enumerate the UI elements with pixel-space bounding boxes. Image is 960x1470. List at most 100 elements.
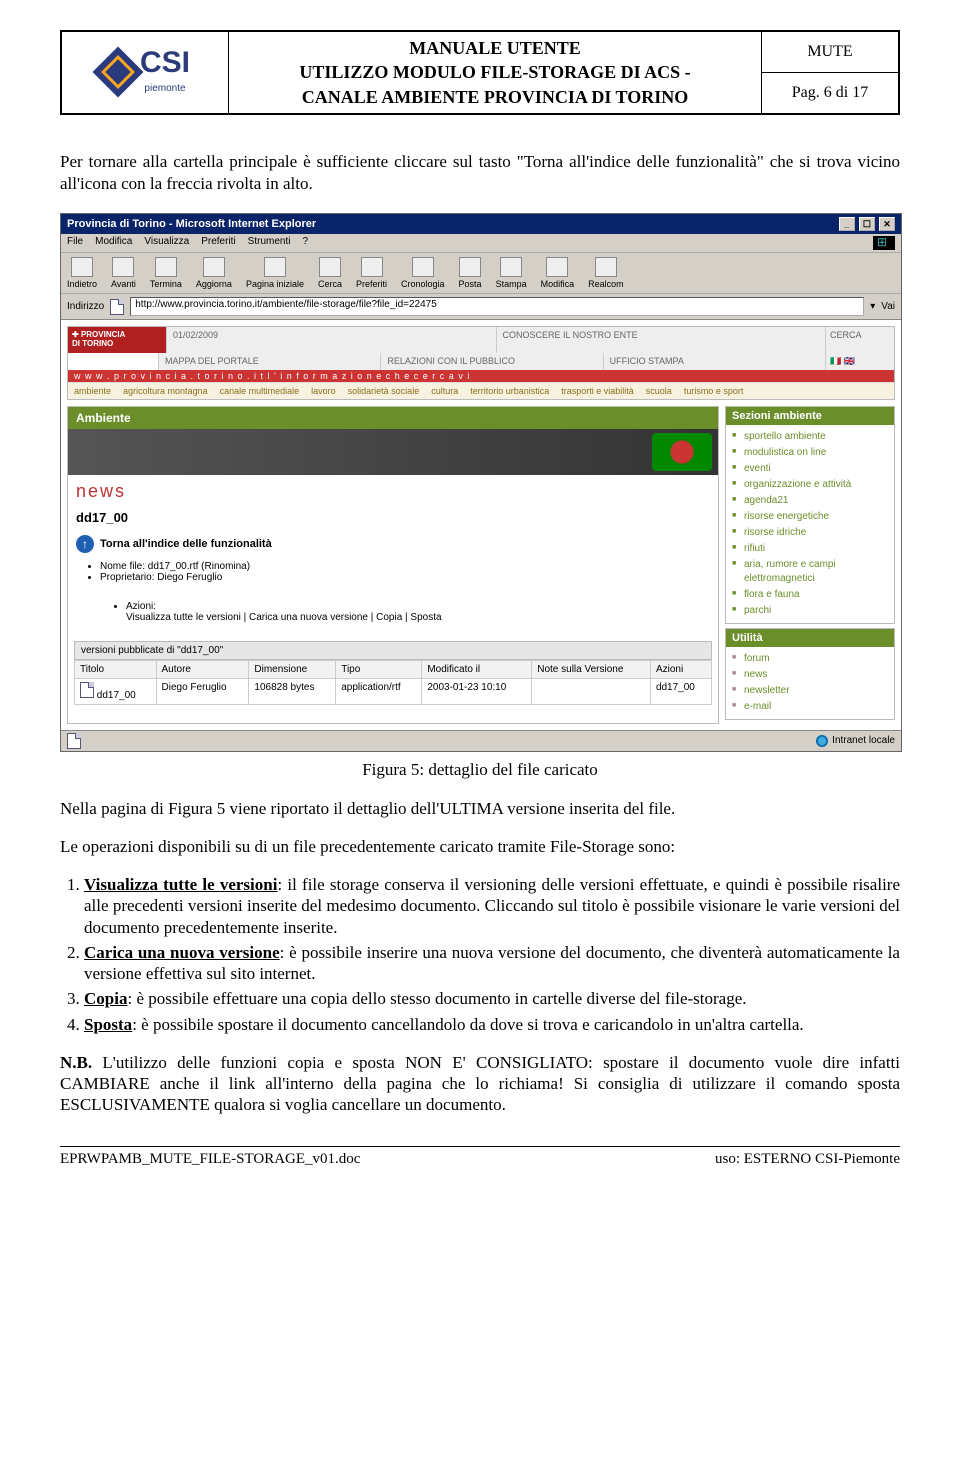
menu-tools[interactable]: Strumenti: [248, 236, 291, 250]
minimize-icon[interactable]: _: [839, 217, 855, 231]
tb-favorites[interactable]: Preferiti: [356, 257, 387, 289]
stop-icon: [155, 257, 177, 277]
print-icon: [500, 257, 522, 277]
side-item[interactable]: aria, rumore e campi elettromagnetici: [732, 557, 888, 587]
toolbar: Indietro Avanti Termina Aggiorna Pagina …: [61, 253, 901, 294]
file-code: dd17_00: [68, 508, 718, 531]
home-icon: [264, 257, 286, 277]
menu-edit[interactable]: Modifica: [95, 236, 132, 250]
status-page-icon: [67, 733, 81, 749]
portal-link-relazioni[interactable]: RELAZIONI CON IL PUBBLICO: [380, 353, 602, 370]
portal-date: 01/02/2009: [166, 327, 496, 353]
side-item[interactable]: parchi: [732, 603, 888, 619]
realcom-icon: [595, 257, 617, 277]
close-icon[interactable]: ✕: [879, 217, 895, 231]
table-row[interactable]: dd17_00 Diego Feruglio 106828 bytes appl…: [75, 678, 712, 704]
menu-help[interactable]: ?: [302, 236, 308, 250]
list-item-2: Carica una nuova versione: è possibile i…: [84, 942, 900, 985]
actions-links[interactable]: Visualizza tutte le versioni | Carica un…: [126, 612, 442, 623]
window-title: Provincia di Torino - Microsoft Internet…: [67, 218, 316, 230]
doc-code: MUTE: [762, 31, 900, 72]
side-item[interactable]: modulistica on line: [732, 445, 888, 461]
tb-back[interactable]: Indietro: [67, 257, 97, 289]
embedded-screenshot: Provincia di Torino - Microsoft Internet…: [60, 213, 902, 752]
portal-main: Ambiente news dd17_00 ↑ Torna all'indice…: [67, 406, 719, 724]
hero-image: [68, 429, 718, 475]
side-item[interactable]: risorse energetiche: [732, 509, 888, 525]
paragraph-1: Nella pagina di Figura 5 viene riportato…: [60, 798, 900, 819]
portal-link-mappa[interactable]: MAPPA DEL PORTALE: [158, 353, 380, 370]
side-item[interactable]: agenda21: [732, 493, 888, 509]
operations-list: Visualizza tutte le versioni: il file st…: [60, 874, 900, 1035]
tb-mail[interactable]: Posta: [459, 257, 482, 289]
paragraph-2: Le operazioni disponibili su di un file …: [60, 836, 900, 857]
side-item[interactable]: rifiuti: [732, 541, 888, 557]
document-header: CSI piemonte MANUALE UTENTE UTILIZZO MOD…: [60, 30, 900, 115]
side-item[interactable]: sportello ambiente: [732, 429, 888, 445]
tb-forward[interactable]: Avanti: [111, 257, 136, 289]
tb-editbtn[interactable]: Modifica: [541, 257, 575, 289]
tb-home[interactable]: Pagina iniziale: [246, 257, 304, 289]
tb-print[interactable]: Stampa: [496, 257, 527, 289]
portal-flags[interactable]: 🇮🇹 🇬🇧: [825, 353, 894, 370]
side-item[interactable]: organizzazione e attività: [732, 477, 888, 493]
window-controls: _ ☐ ✕: [838, 217, 895, 231]
forward-icon: [112, 257, 134, 277]
menu-view[interactable]: Visualizza: [144, 236, 189, 250]
nav-agricoltura[interactable]: agricoltura montagna: [123, 386, 208, 396]
side-util-item[interactable]: news: [732, 667, 888, 683]
logo-subtext: piemonte: [144, 83, 185, 94]
tb-history[interactable]: Cronologia: [401, 257, 445, 289]
side-item[interactable]: flora e fauna: [732, 587, 888, 603]
refresh-icon: [203, 257, 225, 277]
go-button[interactable]: Vai: [881, 301, 895, 312]
up-arrow-icon: ↑: [76, 535, 94, 553]
versions-table: Titolo Autore Dimensione Tipo Modificato…: [74, 660, 712, 705]
side-util-item[interactable]: newsletter: [732, 683, 888, 699]
nb-paragraph: N.B. L'utilizzo delle funzioni copia e s…: [60, 1052, 900, 1116]
nav-solidarieta[interactable]: solidarietà sociale: [348, 386, 420, 396]
side-item[interactable]: eventi: [732, 461, 888, 477]
side-util-item[interactable]: e-mail: [732, 699, 888, 715]
dropdown-icon[interactable]: ▾: [870, 301, 875, 312]
portal-cerca[interactable]: CERCA: [825, 327, 894, 353]
side-item[interactable]: risorse idriche: [732, 525, 888, 541]
nav-multimediale[interactable]: canale multimediale: [220, 386, 300, 396]
menu-favorites[interactable]: Preferiti: [201, 236, 235, 250]
doc-title: MANUALE UTENTE UTILIZZO MODULO FILE-STOR…: [229, 31, 762, 114]
nav-lavoro[interactable]: lavoro: [311, 386, 336, 396]
tb-stop[interactable]: Termina: [150, 257, 182, 289]
maximize-icon[interactable]: ☐: [859, 217, 875, 231]
globe-icon: [816, 735, 828, 747]
portal-link-conoscere[interactable]: CONOSCERE IL NOSTRO ENTE: [496, 327, 826, 353]
side-util-item[interactable]: forum: [732, 651, 888, 667]
body-text: Nella pagina di Figura 5 viene riportato…: [60, 798, 900, 1116]
tb-realcom[interactable]: Realcom: [588, 257, 624, 289]
tb-search[interactable]: Cerca: [318, 257, 342, 289]
logo-cell: CSI piemonte: [61, 31, 229, 114]
portal-link-stampa[interactable]: UFFICIO STAMPA: [603, 353, 825, 370]
nav-turismo[interactable]: turismo e sport: [684, 386, 744, 396]
history-icon: [412, 257, 434, 277]
versions-header: versioni pubblicate di "dd17_00": [74, 641, 712, 660]
address-bar: Indirizzo http://www.provincia.torino.it…: [61, 294, 901, 320]
nav-ambiente[interactable]: ambiente: [74, 386, 111, 396]
side-util-title: Utilità: [726, 629, 894, 647]
mail-icon: [459, 257, 481, 277]
menu-bar: File Modifica Visualizza Preferiti Strum…: [61, 234, 901, 253]
list-item-4: Sposta: è possibile spostare il document…: [84, 1014, 900, 1035]
menu-file[interactable]: File: [67, 236, 83, 250]
provincia-logo: ✚ PROVINCIA DI TORINO: [68, 327, 166, 353]
address-input[interactable]: http://www.provincia.torino.it/ambiente/…: [130, 297, 864, 316]
tb-refresh[interactable]: Aggiorna: [196, 257, 232, 289]
nav-territorio[interactable]: territorio urbanistica: [470, 386, 549, 396]
nav-trasporti[interactable]: trasporti e viabilità: [561, 386, 634, 396]
portal-nav-links: ambiente agricoltura montagna canale mul…: [68, 382, 894, 399]
ie-logo-icon: [873, 236, 895, 250]
intranet-zone: Intranet locale: [816, 735, 895, 747]
window-titlebar: Provincia di Torino - Microsoft Internet…: [61, 214, 901, 234]
nav-cultura[interactable]: cultura: [431, 386, 458, 396]
back-to-index-link[interactable]: ↑ Torna all'indice delle funzionalità: [68, 531, 718, 557]
nav-scuola[interactable]: scuola: [646, 386, 672, 396]
portal-tagline: w w w . p r o v i n c i a . t o r i n o …: [68, 370, 894, 382]
